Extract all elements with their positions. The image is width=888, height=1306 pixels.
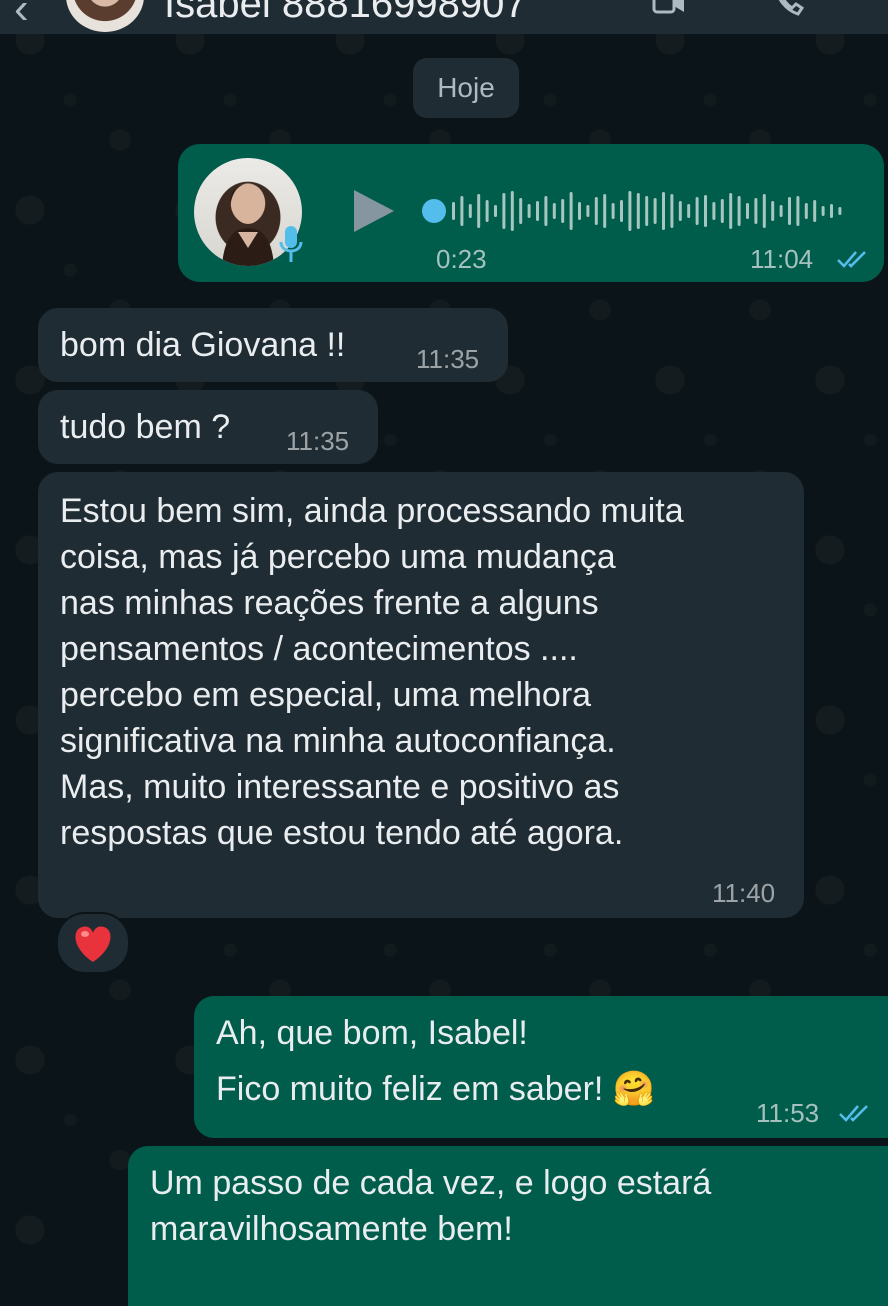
contact-avatar[interactable] <box>66 0 144 32</box>
waveform-bar <box>460 196 464 226</box>
microphone-icon <box>279 226 303 262</box>
waveform-bar <box>838 207 842 215</box>
video-camera-icon[interactable] <box>652 0 686 20</box>
message-time: 11:04 <box>750 244 814 274</box>
waveform-bar <box>561 199 565 223</box>
waveform-bar <box>695 197 699 225</box>
phone-icon[interactable] <box>772 0 806 20</box>
waveform-bar <box>830 204 833 218</box>
date-separator: Hoje <box>413 58 519 118</box>
waveform-bar <box>771 201 775 221</box>
message-text: tudo bem ? <box>60 408 231 446</box>
waveform-bar <box>603 194 607 228</box>
waveform-bar <box>536 201 539 221</box>
voice-message-bubble[interactable]: 0:23 11:04 <box>178 144 884 282</box>
waveform-bar <box>527 204 531 218</box>
message-line: respostas que estou tendo até agora. <box>60 814 624 852</box>
message-line: Estou bem sim, ainda processando muita <box>60 492 684 530</box>
waveform-bar <box>653 198 657 224</box>
waveform-bar <box>821 206 825 216</box>
waveform-bar <box>737 196 741 226</box>
waveform-bar <box>779 205 783 217</box>
waveform-bar <box>796 196 800 226</box>
waveform-bar <box>494 205 497 217</box>
waveform-bar <box>552 203 556 219</box>
message-text: bom dia Giovana !! <box>60 326 346 364</box>
message-line: Um passo de cada vez, e logo estará <box>150 1164 712 1202</box>
waveform-bar <box>762 194 766 228</box>
waveform-bar <box>746 203 749 219</box>
waveform-bar <box>544 196 548 226</box>
waveform-bar <box>687 204 691 218</box>
waveform-bar <box>729 193 733 229</box>
waveform-bar <box>502 193 506 229</box>
waveform-bar <box>510 191 514 231</box>
waveform-bar <box>804 203 808 219</box>
message-time: 11:53 <box>756 1098 820 1128</box>
back-arrow-icon[interactable]: ‹ <box>14 0 29 34</box>
waveform-bar <box>594 197 598 225</box>
message-line: significativa na minha autoconfiança. <box>60 722 616 760</box>
message-line: Fico muito feliz em saber! 🤗 <box>216 1070 656 1108</box>
waveform-bar <box>452 202 455 220</box>
outgoing-message[interactable]: Um passo de cada vez, e logo estará mara… <box>128 1146 888 1306</box>
audio-waveform[interactable] <box>418 188 858 234</box>
waveform-bar <box>670 194 674 228</box>
incoming-message[interactable]: Estou bem sim, ainda processando muita c… <box>38 472 804 918</box>
message-line: maravilhosamente bem! <box>150 1210 513 1248</box>
more-vertical-icon[interactable] <box>850 0 884 20</box>
heart-reaction[interactable] <box>56 912 130 974</box>
waveform-bar <box>578 202 581 220</box>
waveform-bar <box>477 194 481 228</box>
waveform-bar <box>485 200 489 222</box>
message-line: pensamentos / acontecimentos .... <box>60 630 578 668</box>
contact-name[interactable]: Isabel 88816998907 <box>164 0 527 27</box>
play-icon[interactable] <box>352 188 396 234</box>
waveform-bar <box>678 201 682 221</box>
heart-icon <box>75 926 111 962</box>
waveform-bar <box>704 195 707 227</box>
waveform-bar <box>712 202 716 220</box>
read-ticks-icon <box>839 1105 868 1122</box>
waveform-bar <box>720 199 724 223</box>
waveform-bar <box>620 200 623 222</box>
waveform-bar <box>519 198 523 224</box>
waveform-bar <box>611 203 615 219</box>
waveform-bar <box>788 197 791 225</box>
message-time: 11:40 <box>712 878 776 908</box>
message-time: 11:35 <box>286 426 350 456</box>
message-line: nas minhas reações frente a alguns <box>60 584 599 622</box>
message-line: coisa, mas já percebo uma mudança <box>60 538 616 576</box>
waveform-bar <box>586 205 590 217</box>
outgoing-message[interactable]: Ah, que bom, Isabel! Fico muito feliz em… <box>194 996 888 1138</box>
waveform-bar <box>662 192 665 230</box>
waveform-bar <box>628 191 632 231</box>
message-line: Mas, muito interessante e positivo as <box>60 768 620 806</box>
message-line: Ah, que bom, Isabel! <box>216 1014 528 1052</box>
waveform-bar <box>813 200 817 222</box>
read-ticks-icon <box>837 251 866 268</box>
waveform-bar <box>569 192 573 230</box>
incoming-message[interactable]: tudo bem ? 11:35 <box>38 390 378 464</box>
chat-header: ‹ Isabel 88816998907 <box>0 0 888 34</box>
waveform-bar <box>636 193 640 229</box>
waveform-bar <box>468 204 472 218</box>
voice-duration: 0:23 <box>436 244 487 274</box>
waveform-bar <box>645 196 649 226</box>
incoming-message[interactable]: bom dia Giovana !! 11:35 <box>38 308 508 382</box>
message-line: percebo em especial, uma melhora <box>60 676 592 714</box>
waveform-bar <box>754 198 758 224</box>
message-time: 11:35 <box>416 344 480 374</box>
